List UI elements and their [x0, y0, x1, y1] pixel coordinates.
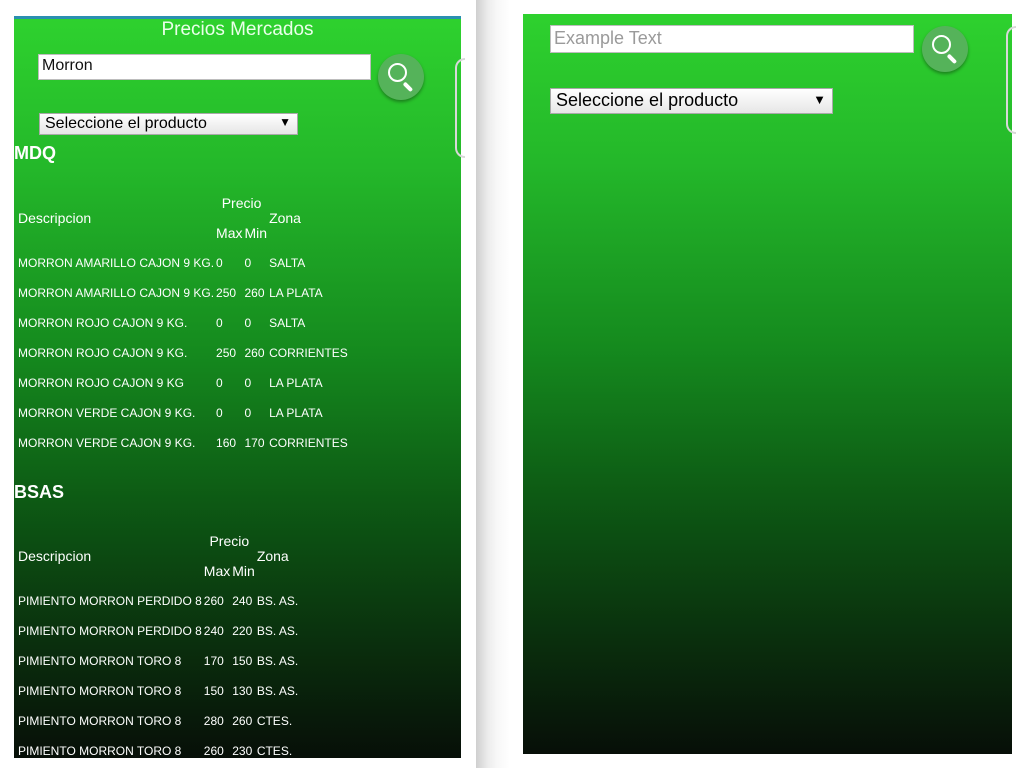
table-row: PIMIENTO MORRON PERDIDO 8 260 240 BS. AS… [18, 586, 298, 616]
app-title: Precios Mercados [161, 19, 314, 40]
header-min: Min [244, 225, 268, 241]
cell-descripcion: MORRON VERDE CAJON 9 KG. [18, 406, 196, 420]
chevron-down-icon: ▼ [813, 92, 826, 107]
cell-min: 0 [244, 376, 252, 390]
cell-min: 230 [232, 744, 253, 758]
table-row: MORRON AMARILLO CAJON 9 KG. 250 260 LA P… [18, 278, 348, 308]
cell-max: 0 [216, 316, 223, 330]
header-descripcion: Descripcion [18, 210, 92, 226]
cell-zona: SALTA [269, 256, 306, 270]
product-select-value: Seleccione el producto [45, 115, 207, 132]
market-name: MDQ [14, 143, 56, 163]
cell-min: 260 [232, 714, 253, 728]
chevron-down-icon: ▼ [279, 115, 291, 129]
cell-min: 0 [244, 316, 252, 330]
table-row: PIMIENTO MORRON TORO 8 260 230 CTES. [18, 736, 298, 758]
table-row: MORRON ROJO CAJON 9 KG. 0 0 SALTA [18, 308, 348, 338]
table-row: MORRON AMARILLO CAJON 9 KG. 0 0 SALTA [18, 248, 348, 278]
cell-descripcion: MORRON ROJO CAJON 9 KG [18, 376, 185, 390]
cell-max: 0 [216, 406, 223, 420]
cell-min: 220 [232, 624, 253, 638]
cell-min: 0 [244, 406, 252, 420]
cell-descripcion: PIMIENTO MORRON TORO 8 [18, 654, 182, 668]
search-input[interactable]: Example Text [550, 25, 914, 53]
cell-zona: BS. AS. [256, 654, 299, 668]
cell-zona: CORRIENTES [269, 436, 348, 450]
cell-max: 0 [216, 376, 223, 390]
cell-descripcion: PIMIENTO MORRON PERDIDO 8 [18, 624, 202, 638]
table-row: PIMIENTO MORRON TORO 8 170 150 BS. AS. [18, 646, 298, 676]
cell-zona: LA PLATA [269, 286, 323, 300]
cell-max: 250 [216, 346, 237, 360]
cell-descripcion: PIMIENTO MORRON TORO 8 [18, 684, 182, 698]
product-select[interactable]: Seleccione el producto ▼ [39, 113, 298, 135]
cell-zona: CTES. [256, 714, 293, 728]
search-button[interactable] [922, 26, 968, 72]
cell-zona: SALTA [269, 316, 306, 330]
header-precio: Precio [221, 195, 262, 211]
search-button[interactable] [378, 54, 424, 100]
market-name: BSAS [14, 482, 65, 502]
product-select-value: Seleccione el producto [556, 90, 739, 110]
cell-zona: CORRIENTES [269, 346, 348, 360]
cell-max: 0 [216, 256, 223, 270]
cell-max: 240 [203, 624, 224, 638]
cell-max: 160 [216, 436, 237, 450]
cell-max: 150 [203, 684, 224, 698]
table-row: MORRON VERDE CAJON 9 KG. 0 0 LA PLATA [18, 398, 348, 428]
cell-max: 170 [203, 654, 224, 668]
header-precio: Precio [209, 533, 250, 549]
cell-zona: BS. AS. [256, 624, 299, 638]
cell-max: 260 [203, 744, 224, 758]
cell-descripcion: MORRON AMARILLO CAJON 9 KG. [18, 286, 215, 300]
header-descripcion: Descripcion [18, 548, 92, 564]
cell-max: 260 [203, 594, 224, 608]
cell-min: 240 [232, 594, 253, 608]
cell-min: 260 [244, 346, 265, 360]
cell-descripcion: MORRON ROJO CAJON 9 KG. [18, 346, 188, 360]
table-row: MORRON ROJO CAJON 9 KG 0 0 LA PLATA [18, 368, 348, 398]
cell-descripcion: PIMIENTO MORRON TORO 8 [18, 714, 182, 728]
cell-zona: BS. AS. [256, 684, 299, 698]
table-row: PIMIENTO MORRON TORO 8 280 260 CTES. [18, 706, 298, 736]
header-max: Max [216, 225, 243, 241]
cell-zona: BS. AS. [256, 594, 299, 608]
left-screen: Precios Mercados Morron Seleccione el pr… [14, 16, 461, 758]
cell-min: 150 [232, 654, 253, 668]
cell-zona: CTES. [256, 744, 293, 758]
search-input[interactable]: Morron [38, 54, 371, 80]
drawer-handle[interactable] [455, 58, 465, 158]
table-row: PIMIENTO MORRON TORO 8 150 130 BS. AS. [18, 676, 298, 706]
cell-max: 250 [216, 286, 237, 300]
cell-min: 170 [244, 436, 265, 450]
cell-max: 280 [203, 714, 224, 728]
product-select[interactable]: Seleccione el producto ▼ [550, 88, 833, 114]
price-table-mdq: Descripcion Precio Zona Max Min MORRON A… [16, 188, 350, 458]
cell-descripcion: MORRON ROJO CAJON 9 KG. [18, 316, 188, 330]
header-zona: Zona [269, 210, 301, 226]
header-min: Min [232, 563, 255, 579]
cell-descripcion: PIMIENTO MORRON TORO 8 [18, 744, 182, 758]
cell-descripcion: PIMIENTO MORRON PERDIDO 8 [18, 594, 202, 608]
cell-min: 0 [244, 256, 252, 270]
cell-descripcion: MORRON VERDE CAJON 9 KG. [18, 436, 196, 450]
header-zona: Zona [256, 548, 289, 564]
cell-min: 130 [232, 684, 253, 698]
screen-divider [476, 0, 510, 768]
cell-zona: LA PLATA [269, 376, 323, 390]
cell-descripcion: MORRON AMARILLO CAJON 9 KG. [18, 256, 215, 270]
cell-min: 260 [244, 286, 265, 300]
cell-zona: LA PLATA [269, 406, 323, 420]
table-row: MORRON ROJO CAJON 9 KG. 250 260 CORRIENT… [18, 338, 348, 368]
header-max: Max [203, 563, 231, 579]
drawer-handle[interactable] [1006, 26, 1016, 134]
price-table-bsas: Descripcion Precio Zona Max Min PIMIENTO… [16, 526, 300, 758]
table-row: MORRON VERDE CAJON 9 KG. 160 170 CORRIEN… [18, 428, 348, 458]
stage: Precios Mercados Morron Seleccione el pr… [0, 0, 1024, 768]
table-row: PIMIENTO MORRON PERDIDO 8 240 220 BS. AS… [18, 616, 298, 646]
right-screen: Example Text Seleccione el producto ▼ [523, 14, 1012, 754]
